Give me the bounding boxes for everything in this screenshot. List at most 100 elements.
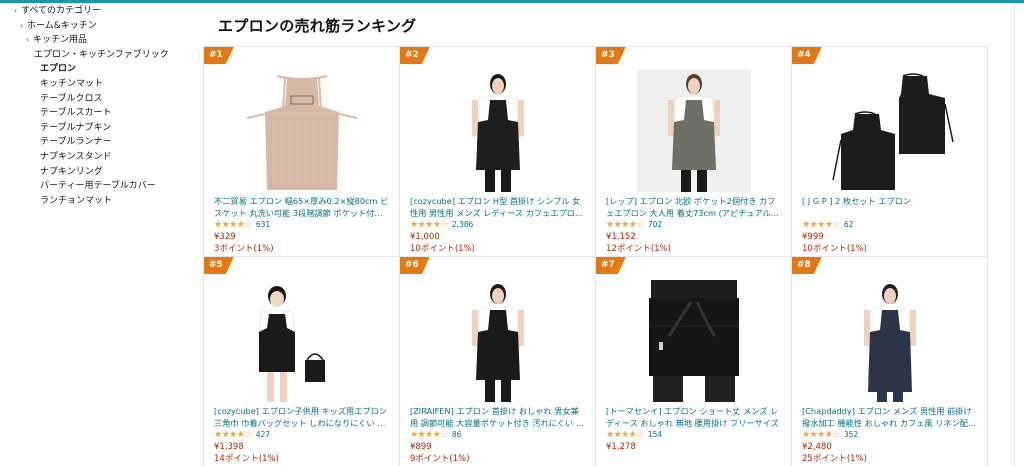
rating-row[interactable]: ★★★★☆ 702 <box>606 220 662 230</box>
chevron-left-icon: ‹ <box>14 6 18 15</box>
product-title-link[interactable]: [cozycube] エプロン子供用 キッズ用エプロン 三角巾 巾着バッグセット… <box>214 405 390 429</box>
star-rating-icon: ★★★★☆ <box>606 220 644 230</box>
apron-model-image[interactable] <box>596 69 791 193</box>
price: ¥1,152 <box>606 232 636 242</box>
rating-row[interactable]: ★★★★☆ 62 <box>802 220 853 230</box>
sidebar-item-label: テーブルランナー <box>40 137 112 148</box>
product-title-link[interactable]: [ZIRAIFEN] エプロン 首掛け おしゃれ 男女兼用 調節可能 大容量ポケ… <box>410 405 586 429</box>
sidebar-item-13[interactable]: ランチョンマット <box>0 194 200 209</box>
sidebar-item-8[interactable]: テーブルナプキン <box>0 121 200 136</box>
chevron-left-icon: ‹ <box>20 20 24 30</box>
price: ¥899 <box>410 442 432 452</box>
star-rating-icon: ★★★★☆ <box>802 220 840 230</box>
review-count[interactable]: 631 <box>256 220 270 230</box>
price: ¥999 <box>802 232 824 242</box>
page-title: エプロンの売れ筋ランキング <box>218 17 417 35</box>
rank-badge: #3 <box>596 47 626 64</box>
product-card: #1 不二貿易 エプロン 幅65×厚み0.2×縦80cm ビスケット 丸洗い可能 … <box>204 47 400 257</box>
price: ¥1,278 <box>606 442 636 452</box>
scrollbar-track[interactable] <box>1014 4 1015 466</box>
review-count[interactable]: 427 <box>256 430 270 440</box>
rank-badge: #6 <box>400 257 430 274</box>
apron-model-image[interactable] <box>792 279 987 403</box>
product-title-link[interactable]: [ J G P ] 2 枚セット エプロン <box>802 195 978 219</box>
review-count[interactable]: 352 <box>844 430 858 440</box>
rank-badge: #8 <box>792 257 822 274</box>
sidebar-item-9[interactable]: テーブルランナー <box>0 135 200 150</box>
review-count[interactable]: 702 <box>648 220 662 230</box>
sidebar-item-label: ホーム&キッチン <box>27 20 97 31</box>
product-title-link[interactable]: [レップ] エプロン 北欧 ポケット2個付き カフェエプロン 大人用 着丈73c… <box>606 195 782 219</box>
sidebar-item-label: テーブルナプキン <box>40 122 112 133</box>
rank-badge: #1 <box>204 47 234 64</box>
sidebar-item-6[interactable]: テーブルクロス <box>0 92 200 107</box>
rating-row[interactable]: ★★★★☆ 631 <box>214 220 270 230</box>
apron-image[interactable] <box>204 69 399 193</box>
product-title-link[interactable]: [トーマセンイ] エプロン ショート丈 メンズ レディース おしゃれ 無地 腰用… <box>606 405 782 429</box>
star-rating-icon: ★★★★☆ <box>214 430 252 440</box>
product-card: #6 [ZIRAIFEN] エプロン 首掛け おしゃれ 男女兼用 調節可能 大容量… <box>400 257 596 466</box>
sidebar-item-label: ナプキンリング <box>40 166 103 177</box>
product-card: #3 [レップ] エプロン 北欧 ポケット2個付き カフェエプロン 大人用 着丈7… <box>596 47 792 257</box>
sidebar-item-label: ナプキンスタンド <box>40 151 112 162</box>
product-card: #4 [ J G P ] 2 枚セット エプロン ★★★★☆ 62 ¥999 10ポイント… <box>792 47 988 257</box>
sidebar-item-label: すべてのカテゴリー <box>21 6 102 16</box>
ranking-main: エプロンの売れ筋ランキング #1 不二貿易 エプロン 幅65×厚み0.2×縦80c… <box>203 0 991 466</box>
rank-badge: #5 <box>204 257 234 274</box>
waist-apron-image[interactable] <box>596 279 791 403</box>
sidebar-item-1[interactable]: ‹ ホーム&キッチン <box>0 19 200 34</box>
points-earned: 10ポイント(1%) <box>410 244 475 254</box>
rank-badge: #7 <box>596 257 626 274</box>
product-title-link[interactable]: [Chapdaddy] エプロン メンズ 男性用 前掛け 撥水加工 機能性 おし… <box>802 405 978 429</box>
product-row: #1 不二貿易 エプロン 幅65×厚み0.2×縦80cm ビスケット 丸洗い可能 … <box>204 47 989 257</box>
product-title-link[interactable]: [cozycube] エプロン H型 首掛け シンプル 女性用 男性用 メンズ … <box>410 195 586 219</box>
points-earned: 10ポイント(1%) <box>802 244 867 254</box>
sidebar-item-label: テーブルクロス <box>40 93 103 104</box>
product-card: #8 [Chapdaddy] エプロン メンズ 男性用 前掛け 撥水加工 機能性 … <box>792 257 988 466</box>
review-count[interactable]: 62 <box>844 220 854 230</box>
star-rating-icon: ★★★★☆ <box>802 430 840 440</box>
kids-apron-image[interactable] <box>204 279 399 403</box>
product-card: #2 [cozycube] エプロン H型 首掛け シンプル 女性用 男性用 メン… <box>400 47 596 257</box>
rating-row[interactable]: ★★★★☆ 86 <box>410 430 461 440</box>
product-title-link[interactable]: 不二貿易 エプロン 幅65×厚み0.2×縦80cm ビスケット 丸洗い可能 3段… <box>214 195 390 219</box>
star-rating-icon: ★★★★☆ <box>410 430 448 440</box>
points-earned: 25ポイント(1%) <box>802 454 867 464</box>
sidebar-item-12[interactable]: パーティー用テーブルカバー <box>0 179 200 194</box>
rating-row[interactable]: ★★★★☆ 2,386 <box>410 220 473 230</box>
price: ¥329 <box>214 232 236 242</box>
sidebar-item-0[interactable]: ‹ すべてのカテゴリー <box>0 4 200 19</box>
apron-model-image[interactable] <box>400 69 595 193</box>
sidebar-item-label: エプロン <box>40 64 77 75</box>
sidebar-item-2[interactable]: ‹ キッチン用品 <box>0 33 200 48</box>
sidebar-item-10[interactable]: ナプキンスタンド <box>0 150 200 165</box>
sidebar-item-3[interactable]: エプロン・キッチンファブリック <box>0 48 200 63</box>
apron-model-image[interactable] <box>400 279 595 403</box>
rank-badge: #2 <box>400 47 430 64</box>
star-rating-icon: ★★★★☆ <box>606 430 644 440</box>
points-earned: 12ポイント(1%) <box>606 244 671 254</box>
rank-badge: #4 <box>792 47 822 64</box>
price: ¥2,480 <box>802 442 832 452</box>
review-count[interactable]: 154 <box>648 430 662 440</box>
sidebar-item-5[interactable]: キッチンマット <box>0 77 200 92</box>
product-card: #7 [トーマセンイ] エプロン ショート丈 メンズ レディース おしゃれ 無地 … <box>596 257 792 466</box>
chevron-left-icon: ‹ <box>26 35 30 45</box>
sidebar-item-7[interactable]: テーブルスカート <box>0 106 200 121</box>
sidebar-item-label: エプロン・キッチンファブリック <box>34 49 169 60</box>
sidebar-item-label: パーティー用テーブルカバー <box>40 181 156 192</box>
sidebar-item-label: キッチン用品 <box>33 35 88 46</box>
rating-row[interactable]: ★★★★☆ 352 <box>802 430 858 440</box>
rating-row[interactable]: ★★★★☆ 154 <box>606 430 662 440</box>
star-rating-icon: ★★★★☆ <box>410 220 448 230</box>
review-count[interactable]: 86 <box>452 430 462 440</box>
sidebar-item-label: ランチョンマット <box>40 195 113 206</box>
sidebar-item-4[interactable]: エプロン <box>0 62 200 77</box>
apron-pair-image[interactable] <box>792 69 987 193</box>
price: ¥1,000 <box>410 232 440 242</box>
star-rating-icon: ★★★★☆ <box>214 220 252 230</box>
review-count[interactable]: 2,386 <box>452 220 473 230</box>
rating-row[interactable]: ★★★★☆ 427 <box>214 430 270 440</box>
sidebar-item-11[interactable]: ナプキンリング <box>0 165 200 180</box>
points-earned: 3ポイント(1%) <box>214 244 274 254</box>
